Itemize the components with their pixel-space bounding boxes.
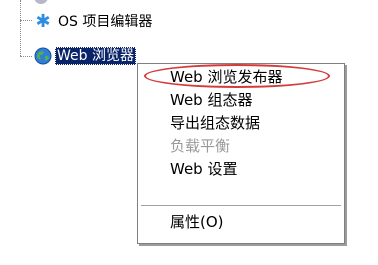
star-icon: ✱ xyxy=(35,11,51,32)
menu-item-web-publisher[interactable]: Web 浏览发布器 xyxy=(140,66,342,89)
partial-node-icon xyxy=(34,0,48,4)
tree-node-label: Web 浏览器 xyxy=(55,47,136,65)
globe-icon xyxy=(34,47,52,65)
tree-line xyxy=(20,0,21,56)
menu-item-web-settings[interactable]: Web 设置 xyxy=(140,158,342,181)
menu-item-properties[interactable]: 属性(O) xyxy=(140,211,342,234)
menu-item-load-balancing[interactable]: 负载平衡 xyxy=(140,135,342,158)
tree-line xyxy=(20,20,32,21)
menu-item-web-configurator[interactable]: Web 组态器 xyxy=(140,89,342,112)
menu-item-export-config-data[interactable]: 导出组态数据 xyxy=(140,112,342,135)
tree-line xyxy=(20,56,32,57)
tree-node-web-browser[interactable]: Web 浏览器 xyxy=(34,46,136,66)
tree-node-os-editor[interactable]: ✱ OS 项目编辑器 xyxy=(34,12,154,32)
tree-node-label: OS 项目编辑器 xyxy=(58,14,153,30)
menu-separator xyxy=(141,205,341,206)
context-menu: Web 浏览发布器 Web 组态器 导出组态数据 负载平衡 Web 设置 属性(… xyxy=(137,63,345,244)
